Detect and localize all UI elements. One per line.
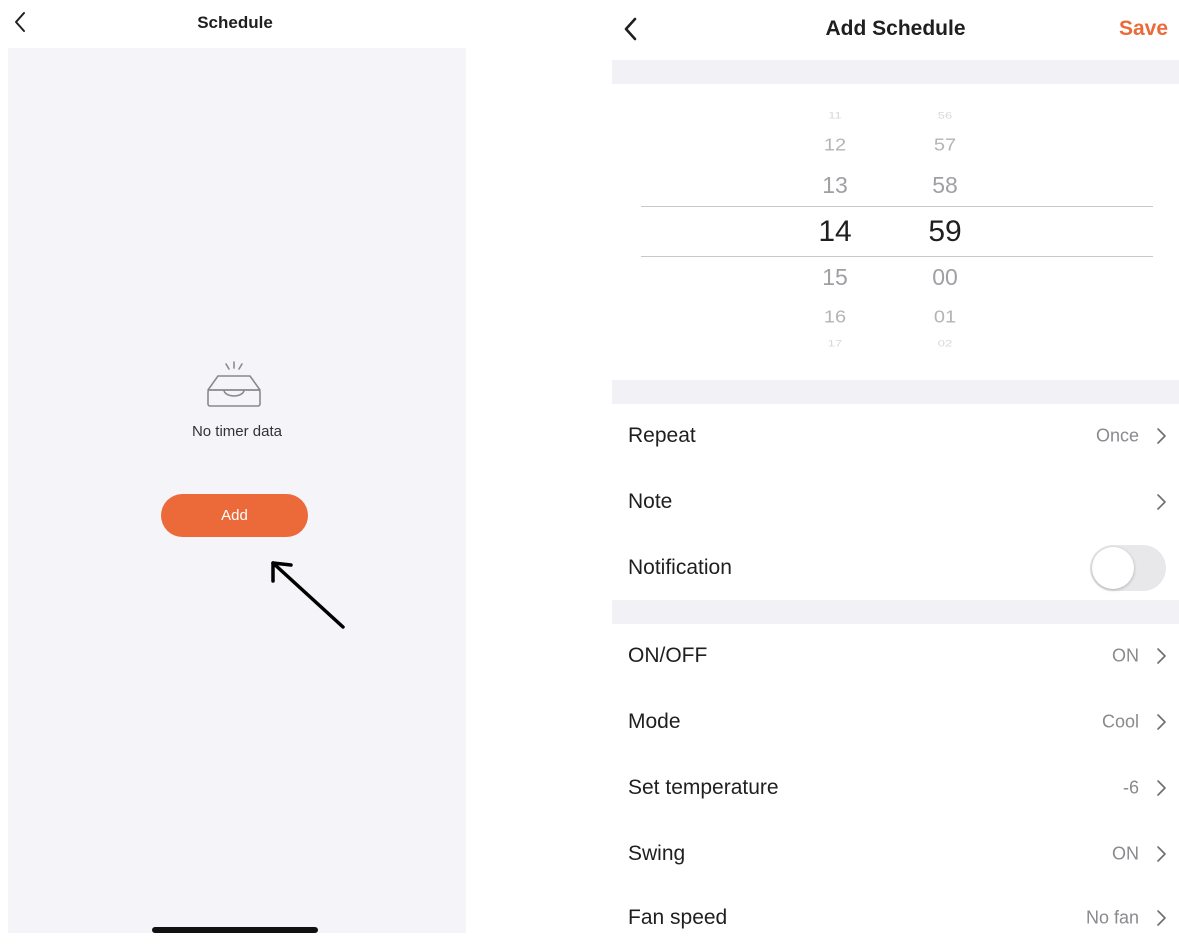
row-label: Swing xyxy=(628,842,686,865)
add-schedule-button[interactable]: Add xyxy=(161,494,308,537)
hour-option-selected[interactable]: 14 xyxy=(795,215,875,249)
chevron-right-icon xyxy=(1157,780,1166,796)
section-divider xyxy=(612,380,1179,404)
picker-selection-top-line xyxy=(641,206,1153,207)
repeat-row[interactable]: Repeat Once xyxy=(612,404,1179,468)
minute-option[interactable]: 02 xyxy=(905,338,985,349)
hour-option[interactable]: 13 xyxy=(795,172,875,199)
chevron-right-icon xyxy=(1157,428,1166,444)
hour-option[interactable]: 15 xyxy=(795,264,875,291)
swing-value: ON xyxy=(1112,843,1139,864)
notification-toggle[interactable] xyxy=(1090,545,1166,591)
empty-inbox-icon xyxy=(207,361,261,407)
notification-row: Notification xyxy=(612,536,1179,600)
picker-selection-bottom-line xyxy=(641,256,1153,257)
hour-option[interactable]: 11 xyxy=(795,110,875,121)
page-title: Add Schedule xyxy=(825,17,966,40)
row-label: Notification xyxy=(628,556,732,579)
row-label: Mode xyxy=(628,710,681,733)
home-indicator xyxy=(152,927,318,933)
time-picker: 11 12 13 14 15 16 17 56 57 58 59 00 01 02 xyxy=(612,84,1179,380)
arrow-pointer-icon xyxy=(271,561,345,629)
minute-option-selected[interactable]: 59 xyxy=(905,215,985,249)
minute-option[interactable]: 57 xyxy=(905,135,985,156)
mode-value: Cool xyxy=(1101,711,1139,732)
chevron-right-icon xyxy=(1157,714,1166,730)
schedule-header: Schedule xyxy=(0,0,470,48)
chevron-right-icon xyxy=(1157,494,1166,510)
note-row[interactable]: Note xyxy=(612,470,1179,534)
hour-wheel[interactable]: 11 12 13 14 15 16 17 xyxy=(795,84,875,380)
page-title: Schedule xyxy=(197,13,273,32)
toggle-knob xyxy=(1092,547,1134,589)
row-label: Note xyxy=(628,490,673,513)
row-label: Repeat xyxy=(628,424,696,447)
minute-option[interactable]: 56 xyxy=(905,110,985,121)
onoff-value: ON xyxy=(1112,645,1139,666)
minute-option[interactable]: 01 xyxy=(905,307,985,328)
row-label: Set temperature xyxy=(628,776,779,799)
schedule-empty-state: No timer data Add xyxy=(8,48,466,933)
row-label: ON/OFF xyxy=(628,644,708,667)
repeat-value: Once xyxy=(1095,425,1139,446)
hour-option[interactable]: 12 xyxy=(795,135,875,156)
swing-row[interactable]: Swing ON xyxy=(612,822,1179,886)
save-button[interactable]: Save xyxy=(1119,17,1168,41)
hour-option[interactable]: 16 xyxy=(795,307,875,328)
set-temperature-value: -6 xyxy=(1122,777,1139,798)
minute-wheel[interactable]: 56 57 58 59 00 01 02 xyxy=(905,84,985,380)
onoff-row[interactable]: ON/OFF ON xyxy=(612,624,1179,688)
minute-option[interactable]: 00 xyxy=(905,264,985,291)
chevron-right-icon xyxy=(1157,846,1166,862)
chevron-right-icon xyxy=(1157,910,1166,926)
hour-option[interactable]: 17 xyxy=(795,338,875,349)
chevron-right-icon xyxy=(1157,648,1166,664)
set-temperature-row[interactable]: Set temperature -6 xyxy=(612,756,1179,820)
mode-row[interactable]: Mode Cool xyxy=(612,690,1179,754)
section-divider xyxy=(612,60,1179,84)
minute-option[interactable]: 58 xyxy=(905,172,985,199)
add-schedule-header: Add Schedule Save xyxy=(612,0,1179,60)
fan-speed-row[interactable]: Fan speed No fan xyxy=(612,886,1179,950)
row-label: Fan speed xyxy=(628,906,728,929)
section-divider xyxy=(612,600,1179,624)
fan-speed-value: No fan xyxy=(1085,907,1139,928)
empty-message: No timer data xyxy=(191,423,283,440)
